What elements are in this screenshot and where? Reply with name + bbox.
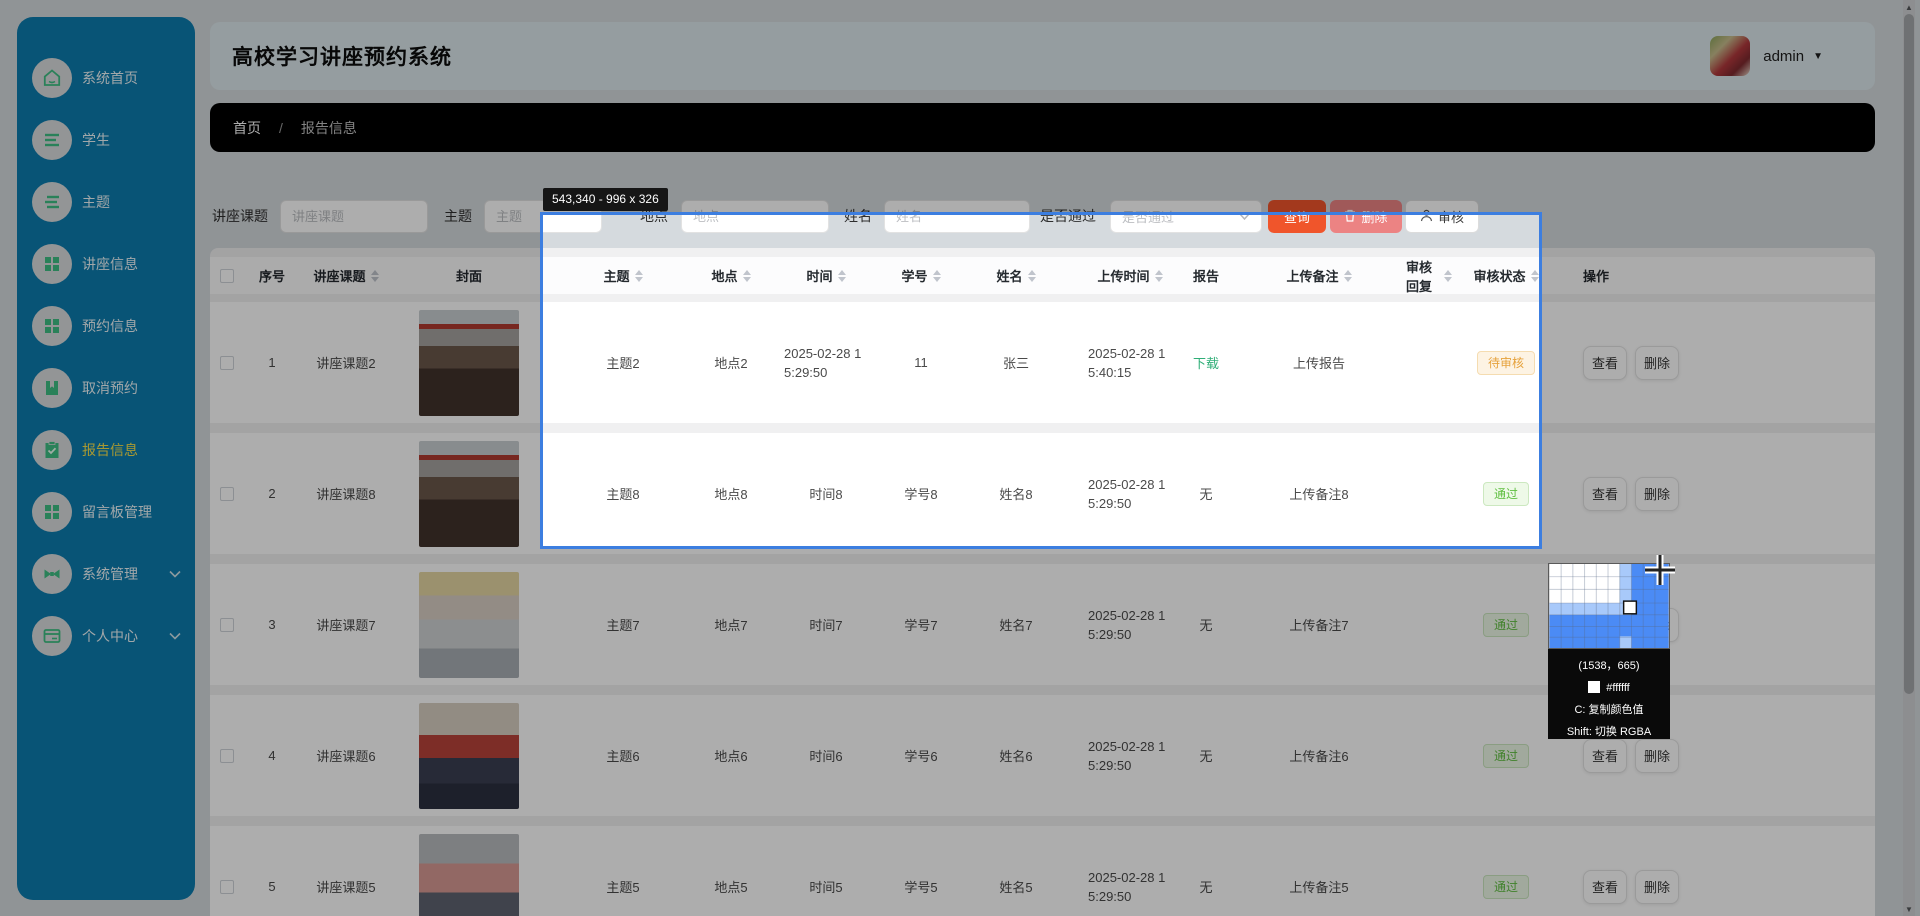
crosshair-cursor	[1643, 553, 1677, 587]
color-swatch	[1588, 681, 1600, 693]
snip-selection-rect[interactable]	[540, 212, 1542, 549]
magnifier-hex-value: #ffffff	[1606, 682, 1629, 694]
snip-shade-top	[0, 0, 1920, 215]
snip-size-tooltip: 543,340 - 996 x 326	[543, 188, 668, 211]
snip-magnifier: (1538，665) #ffffff C: 复制颜色值 Shift: 切换 RG…	[1548, 563, 1670, 739]
snip-shade-right	[1539, 215, 1920, 546]
screenshot-root: 系统首页 学生 主题 讲座信息	[0, 0, 1920, 916]
magnifier-coordinates: (1538，665)	[1548, 655, 1670, 677]
magnifier-info-panel: (1538，665) #ffffff C: 复制颜色值 Shift: 切换 RG…	[1548, 649, 1670, 739]
snip-shade-left	[0, 215, 543, 546]
magnifier-shift-hint: Shift: 切换 RGBA	[1548, 721, 1670, 739]
magnifier-copy-hint: C: 复制颜色值	[1548, 699, 1670, 721]
